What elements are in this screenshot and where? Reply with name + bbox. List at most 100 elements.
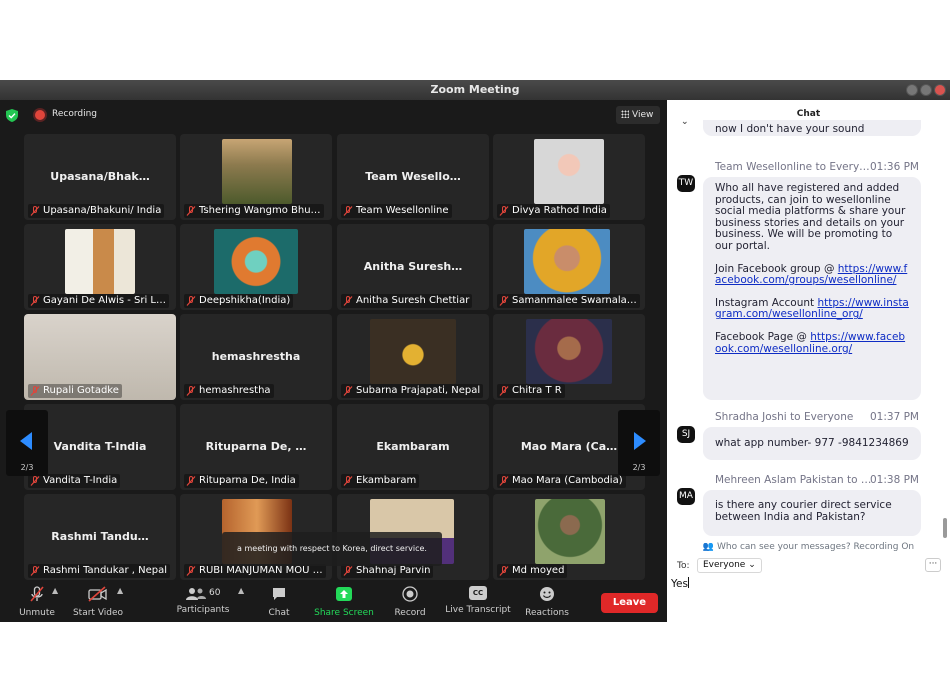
message-text: now I don't have your sound	[715, 123, 865, 135]
participant-name-label: Ekambaram	[341, 474, 420, 488]
mic-muted-icon	[343, 296, 353, 306]
field-photo	[222, 139, 292, 204]
participant-display-name: Ekambaram	[376, 440, 450, 453]
participant-name-label: Samanmalee Swarnala…	[497, 294, 640, 308]
chat-message-bubble: now I don't have your sound	[703, 120, 921, 136]
record-button[interactable]: Record	[392, 586, 428, 618]
close-button[interactable]	[934, 84, 946, 96]
mic-muted-icon	[499, 206, 509, 216]
participant-tile[interactable]: Samanmalee Swarnala…	[493, 224, 645, 310]
more-options-button[interactable]: ···	[925, 558, 941, 572]
mic-muted-icon	[343, 566, 353, 576]
participant-name-label: Deepshikha(India)	[184, 294, 294, 308]
chat-input[interactable]: Yes	[671, 577, 689, 590]
mic-muted-icon	[499, 566, 509, 576]
profile-photo	[534, 139, 604, 204]
live-transcript-label: Live Transcript	[445, 605, 511, 615]
previous-page-button[interactable]: 2/3	[6, 410, 48, 476]
live-transcript-button[interactable]: CC Live Transcript	[444, 586, 512, 615]
participant-name-label: Vandita T-India	[28, 474, 121, 488]
message-sender: Shradha Joshi to Everyone	[715, 411, 854, 423]
mic-muted-icon	[186, 206, 196, 216]
chat-button[interactable]: Chat	[264, 586, 294, 618]
grid-icon	[621, 110, 629, 118]
participant-name: Upasana/Bhakuni/ India	[43, 205, 162, 216]
participant-name: Samanmalee Swarnala…	[512, 295, 637, 306]
live-caption: a meeting with respect to Korea, direct …	[222, 532, 442, 566]
profile-photo	[524, 229, 610, 294]
view-button[interactable]: View	[616, 106, 660, 124]
video-feed	[370, 319, 456, 384]
participant-tile[interactable]: Rashmi Tandu… Rashmi Tandukar , Nepal	[24, 494, 176, 580]
message-time: 01:37 PM	[870, 411, 919, 423]
privacy-note[interactable]: 👥 Who can see your messages? Recording O…	[667, 542, 950, 552]
message-text: Instagram Account	[715, 296, 818, 309]
participant-name: Rituparna De, India	[199, 475, 296, 486]
participant-name-label: RUBI MANJUMAN MOU …	[184, 564, 326, 578]
participant-name-label: Upasana/Bhakuni/ India	[28, 204, 165, 218]
participants-icon	[186, 588, 206, 600]
arrow-right-icon	[634, 432, 646, 450]
reactions-label: Reactions	[525, 608, 569, 618]
participant-tile[interactable]: Md moyed	[493, 494, 645, 580]
participants-options-caret[interactable]: ▲	[238, 586, 244, 595]
participant-tile[interactable]: Divya Rathod India	[493, 134, 645, 220]
participant-name-label: Rupali Gotadke	[28, 384, 122, 398]
participant-tile[interactable]: Anitha Suresh… Anitha Suresh Chettiar	[337, 224, 489, 310]
profile-photo	[65, 229, 135, 294]
participant-display-name: Rituparna De, …	[205, 440, 307, 453]
message-sender: Team Wesellonline to Every…	[715, 161, 870, 173]
participant-name: hemashrestha	[199, 385, 271, 396]
chat-title: Chat	[796, 109, 821, 119]
view-label: View	[632, 110, 654, 120]
chat-scrollbar[interactable]	[943, 518, 947, 538]
participant-tile[interactable]: Ekambaram Ekambaram	[337, 404, 489, 490]
participant-tile[interactable]: Gayani De Alwis - Sri L…	[24, 224, 176, 310]
reactions-button[interactable]: Reactions	[524, 586, 570, 618]
participant-name: Deepshikha(India)	[199, 295, 291, 306]
unmute-button[interactable]: Unmute	[18, 586, 56, 618]
participant-tile[interactable]: Rituparna De, … Rituparna De, India	[180, 404, 332, 490]
art-photo	[214, 229, 298, 294]
zoom-window: Zoom Meeting Recording View Upasana/Bhak…	[0, 80, 950, 622]
message-text: is there any courier direct service betw…	[715, 499, 892, 523]
message-time: 01:38 PM	[870, 474, 919, 486]
participant-tile[interactable]: Subarna Prajapati, Nepal	[337, 314, 489, 400]
maximize-button[interactable]	[920, 84, 932, 96]
mic-muted-icon	[30, 566, 40, 576]
audio-options-caret[interactable]: ▲	[52, 586, 58, 595]
participant-tile[interactable]: Chitra T R	[493, 314, 645, 400]
participant-tile[interactable]: hemashrestha hemashrestha	[180, 314, 332, 400]
chat-message-bubble: what app number- 977 -9841234869	[703, 427, 921, 460]
participant-name: Anitha Suresh Chettiar	[356, 295, 470, 306]
next-page-button[interactable]: 2/3	[618, 410, 660, 476]
message-sender: Mehreen Aslam Pakistan to …	[715, 474, 872, 486]
message-meta: Mehreen Aslam Pakistan to … 01:38 PM	[715, 474, 925, 486]
participant-name-label: Chitra T R	[497, 384, 565, 398]
participant-name-label: Mao Mara (Cambodia)	[497, 474, 626, 488]
avatar: TW	[677, 175, 695, 192]
mic-muted-icon	[30, 476, 40, 486]
mic-muted-icon	[499, 296, 509, 306]
chat-panel: ⌄ Chat now I don't have your sound Team …	[667, 100, 950, 622]
participant-tile[interactable]: Rupali Gotadke	[24, 314, 176, 400]
participants-button[interactable]: 60 Participants	[176, 586, 230, 615]
video-options-caret[interactable]: ▲	[117, 586, 123, 595]
minimize-button[interactable]	[906, 84, 918, 96]
meeting-area: Recording View Upasana/Bhak… Upasana/Bhak…	[0, 100, 667, 622]
participant-name: Md moyed	[512, 565, 565, 576]
leave-button[interactable]: Leave	[601, 593, 658, 613]
chevron-down-icon[interactable]: ⌄	[681, 108, 689, 136]
shield-icon[interactable]	[6, 109, 18, 122]
share-screen-button[interactable]: Share Screen	[312, 586, 376, 618]
recording-label: Recording	[52, 109, 98, 119]
participant-tile[interactable]: Upasana/Bhak… Upasana/Bhakuni/ India	[24, 134, 176, 220]
participant-tile[interactable]: Deepshikha(India)	[180, 224, 332, 310]
participant-tile[interactable]: Team Wesello… Team Wesellonline	[337, 134, 489, 220]
recipient-value: Everyone	[703, 560, 746, 570]
mic-muted-icon	[499, 386, 509, 396]
recipient-select[interactable]: Everyone ⌄	[697, 558, 762, 573]
message-text: what app number- 977 -9841234869	[715, 437, 909, 449]
participant-tile[interactable]: Tshering Wangmo Bhu…	[180, 134, 332, 220]
participant-name-label: Subarna Prajapati, Nepal	[341, 384, 484, 398]
